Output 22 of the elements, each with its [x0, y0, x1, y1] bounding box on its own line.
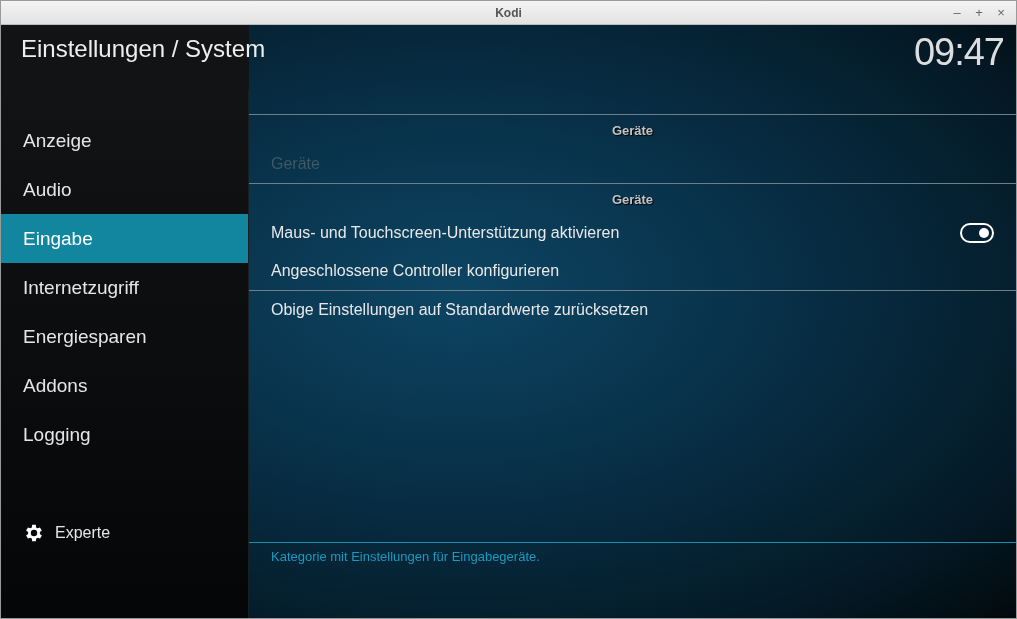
setting-item[interactable]: Obige Einstellungen auf Standardwerte zurücksetzen — [249, 291, 1016, 329]
sidebar-item[interactable]: Addons — [1, 361, 248, 410]
sidebar-item[interactable]: Internetzugriff — [1, 263, 248, 312]
setting-item[interactable]: Angeschlossene Controller konfigurieren — [249, 252, 1016, 290]
settings-level-button[interactable]: Experte — [1, 508, 248, 557]
sidebar-item[interactable]: Logging — [1, 410, 248, 459]
category-description: Kategorie mit Einstellungen für Eingabegeräte. — [270, 548, 541, 564]
page-title: Einstellungen / System — [21, 35, 266, 63]
group-heading: Geräte — [610, 121, 655, 140]
toggle-switch[interactable] — [960, 223, 994, 243]
sidebar-item[interactable]: Energiesparen — [1, 312, 248, 361]
sidebar-item[interactable]: Audio — [1, 165, 248, 214]
setting-row[interactable]: Maus- und Touchscreen-Unterstützung aktivieren — [249, 214, 1016, 252]
window-title: Kodi — [495, 5, 522, 20]
clock: 09:47 — [913, 31, 1004, 74]
window-control-button[interactable]: + — [970, 5, 988, 20]
window-control-button[interactable]: – — [948, 5, 966, 20]
sidebar-item[interactable]: Anzeige — [1, 116, 248, 165]
group-heading: Geräte — [610, 190, 655, 209]
sidebar-item[interactable]: Eingabe — [1, 214, 248, 263]
setting-label: Maus- und Touchscreen-Unterstützung aktivieren — [271, 224, 620, 242]
window-control-button[interactable]: × — [992, 5, 1010, 20]
